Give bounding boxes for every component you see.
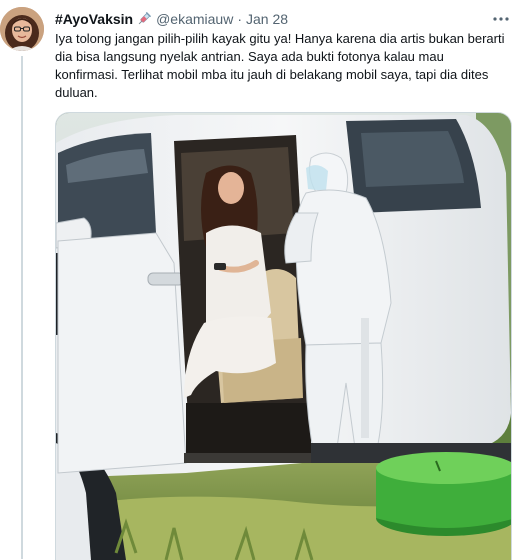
tweet-header: #AyoVaksin @ekamiauw · Jan 28: [55, 9, 288, 29]
author-handle[interactable]: @ekamiauw: [156, 11, 233, 27]
author-display-name[interactable]: #AyoVaksin: [55, 11, 133, 27]
tweet[interactable]: #AyoVaksin @ekamiauw · Jan 28 Iya tolong…: [0, 0, 529, 560]
thread-line: [21, 56, 23, 559]
avatar-photo: [0, 7, 44, 51]
photo-image: [56, 113, 511, 560]
avatar[interactable]: [0, 7, 44, 51]
header-separator: ·: [237, 11, 243, 27]
tweet-date[interactable]: Jan 28: [246, 11, 288, 27]
syringe-icon: [137, 12, 152, 26]
more-options-button[interactable]: [490, 8, 512, 30]
tweet-text: Iya tolong jangan pilih-pilih kayak gitu…: [55, 31, 505, 100]
more-horizontal-icon: [493, 17, 509, 21]
tweet-photo[interactable]: [55, 112, 512, 560]
